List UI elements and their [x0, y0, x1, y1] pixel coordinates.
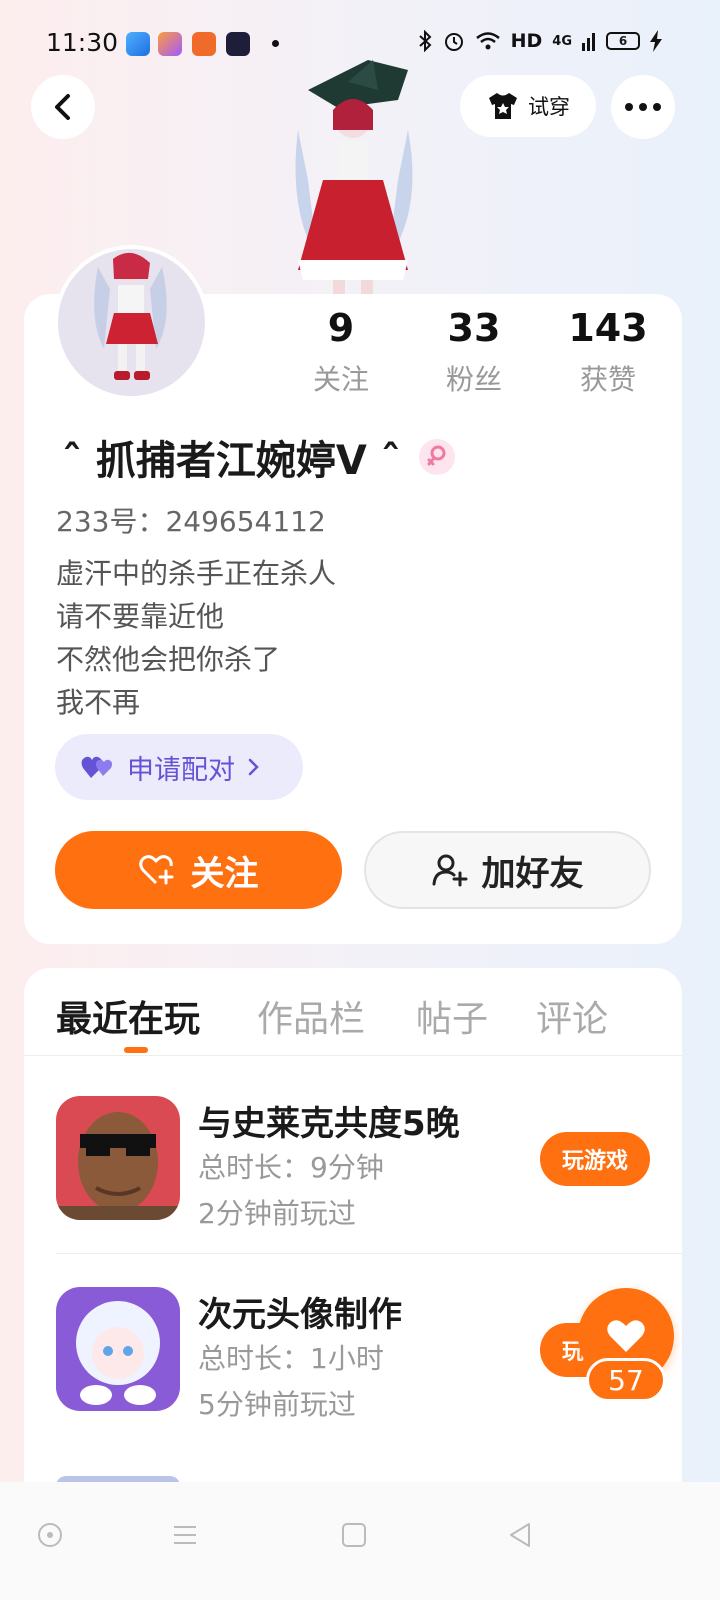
female-icon	[427, 445, 446, 466]
add-friend-label: 加好友	[481, 853, 584, 894]
app-notification-icon	[126, 32, 150, 56]
avatar-figure-image	[295, 60, 413, 296]
follow-button[interactable]: 关注	[55, 831, 342, 909]
try-on-label: 试穿	[528, 95, 570, 119]
stat-likes[interactable]: 143 获赞	[548, 306, 668, 398]
battery-icon: 6	[606, 32, 640, 50]
add-user-icon	[432, 854, 467, 887]
active-tab-indicator	[124, 1047, 148, 1053]
tab-works[interactable]: 作品栏	[257, 990, 365, 1042]
game-thumbnail-image	[56, 1096, 180, 1220]
status-time: 11:30	[46, 28, 119, 57]
heart-icon	[607, 1320, 645, 1352]
app-notification-icon	[226, 32, 250, 56]
gender-badge	[418, 439, 455, 475]
game-last-played: 2分钟前玩过	[198, 1197, 356, 1230]
app-notification-icon	[158, 32, 182, 56]
game-list-item[interactable]: 与史莱克共度5晚 总时长：9分钟 2分钟前玩过 玩游戏	[56, 1096, 682, 1230]
signal-icon	[582, 33, 595, 51]
tab-posts[interactable]: 帖子	[416, 990, 488, 1042]
stat-value: 143	[568, 306, 648, 350]
alarm-icon	[444, 33, 463, 51]
game-last-played: 5分钟前玩过	[198, 1388, 356, 1421]
nav-assistant-icon[interactable]	[37, 1522, 63, 1548]
signal-type: 4G	[552, 33, 572, 49]
bio-line: 不然他会把你杀了	[56, 643, 281, 676]
battery-level: 6	[618, 34, 628, 48]
bio-line: 我不再	[56, 686, 141, 719]
more-dots-icon	[625, 103, 661, 111]
tshirt-icon	[489, 93, 517, 119]
username: ˆ 抓捕者江婉婷ᐯ ˆ	[62, 438, 401, 484]
chevron-right-icon	[248, 758, 259, 776]
stat-label: 关注	[312, 363, 369, 396]
heart-plus-icon	[138, 855, 173, 885]
nav-home-icon[interactable]	[341, 1522, 367, 1548]
game-icon	[56, 1287, 180, 1411]
bio-line: 请不要靠近他	[56, 600, 225, 633]
stat-followers[interactable]: 33 粉丝	[414, 306, 534, 398]
game-duration: 总时长：1小时	[198, 1342, 384, 1375]
game-icon	[56, 1096, 180, 1220]
user-id: 233号：249654112	[56, 505, 326, 538]
charging-icon	[650, 30, 662, 52]
tab-recently-played[interactable]: 最近在玩	[56, 990, 200, 1042]
hearts-icon	[81, 756, 113, 778]
stat-label: 粉丝	[445, 363, 502, 396]
game-duration: 总时长：9分钟	[198, 1151, 384, 1184]
bluetooth-icon	[418, 30, 432, 52]
more-button[interactable]	[611, 75, 675, 139]
stat-following[interactable]: 9 关注	[281, 306, 401, 398]
system-icons: HD 4G 6	[417, 30, 662, 52]
pair-request-button[interactable]: 申请配对	[55, 734, 303, 800]
game-thumbnail-image	[56, 1287, 180, 1411]
chevron-left-icon	[55, 94, 70, 120]
bio: 虚汗中的杀手正在杀人 请不要靠近他 不然他会把你杀了 我不再	[56, 552, 336, 724]
avatar[interactable]	[54, 245, 209, 400]
notification-dot	[272, 40, 279, 47]
divider	[24, 1055, 682, 1056]
network-type: HD	[510, 30, 543, 52]
bio-line: 虚汗中的杀手正在杀人	[56, 557, 337, 590]
tab-comments[interactable]: 评论	[536, 990, 608, 1042]
like-count: 57	[586, 1358, 666, 1402]
stat-label: 获赞	[579, 363, 636, 396]
stat-value: 33	[447, 306, 501, 350]
try-on-button[interactable]: 试穿	[460, 75, 596, 137]
nav-back-icon[interactable]	[507, 1522, 533, 1548]
game-title: 与史莱克共度5晚	[198, 1104, 460, 1144]
name-row: ˆ 抓捕者江婉婷ᐯ ˆ	[62, 428, 455, 486]
follow-label: 关注	[190, 853, 259, 894]
avatar-image	[94, 252, 167, 380]
game-title: 次元头像制作	[198, 1295, 402, 1335]
pair-request-label: 申请配对	[127, 754, 235, 786]
system-nav-bar	[0, 1482, 720, 1600]
nav-menu-icon[interactable]	[172, 1522, 198, 1548]
play-game-button[interactable]: 玩游戏	[540, 1132, 650, 1186]
app-notification-icon	[192, 32, 216, 56]
add-friend-button[interactable]: 加好友	[364, 831, 651, 909]
wifi-icon	[475, 32, 500, 50]
back-button[interactable]	[31, 75, 95, 139]
divider	[56, 1253, 682, 1254]
stat-value: 9	[327, 306, 355, 350]
